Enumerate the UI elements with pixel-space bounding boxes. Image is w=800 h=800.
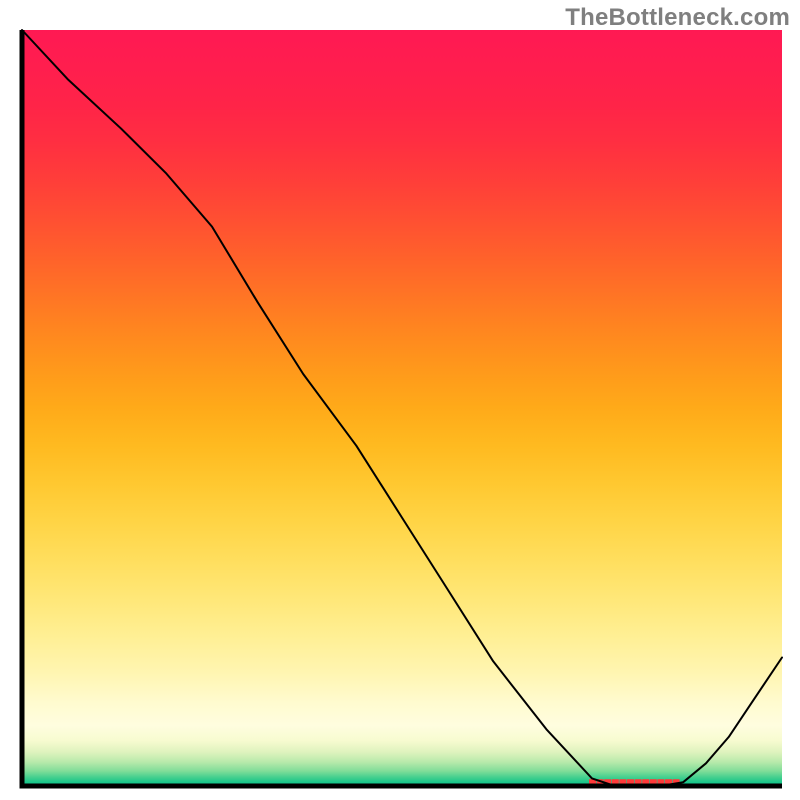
- bottleneck-chart: [0, 0, 800, 800]
- watermark-text: TheBottleneck.com: [565, 4, 790, 32]
- chart-container: TheBottleneck.com: [0, 0, 800, 800]
